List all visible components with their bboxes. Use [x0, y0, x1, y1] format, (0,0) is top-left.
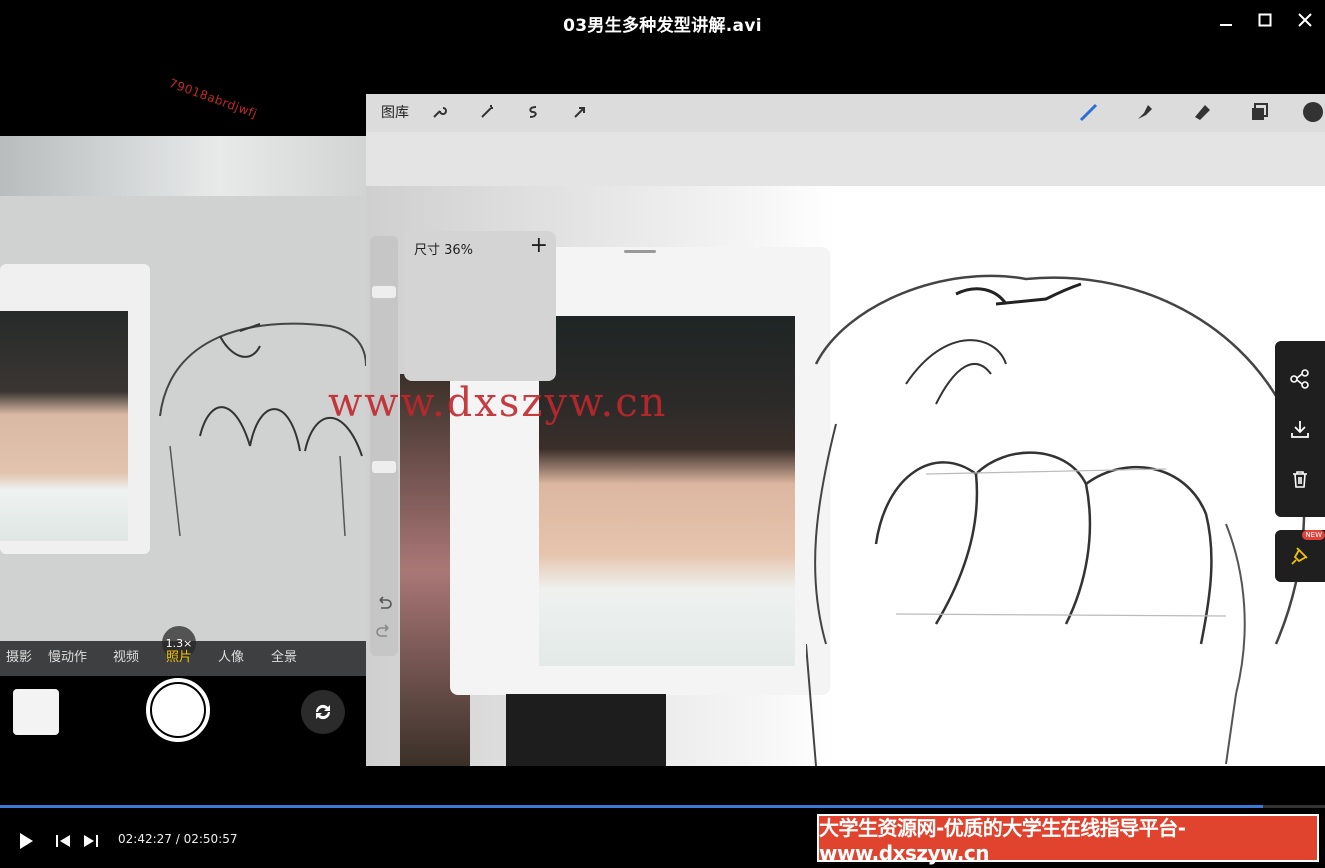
previous-icon — [56, 835, 70, 847]
progress-bar[interactable] — [0, 805, 1325, 808]
brush-icon[interactable] — [1078, 101, 1100, 123]
download-icon[interactable] — [1288, 417, 1312, 441]
redo-icon[interactable] — [376, 624, 392, 638]
size-label: 尺寸 36% — [414, 243, 474, 258]
bottom-photo-strip — [506, 694, 666, 766]
pin-panel: NEW — [1275, 530, 1325, 582]
phone-camera-view: 1.3× — [0, 136, 366, 676]
progress-fill — [0, 805, 1263, 808]
maximize-icon — [1258, 13, 1272, 27]
close-icon — [1298, 13, 1312, 27]
smudge-icon[interactable] — [1134, 101, 1156, 123]
brush-size-slider[interactable] — [370, 236, 398, 656]
magic-wand-icon[interactable] — [476, 101, 498, 123]
mode-tab[interactable]: 视频 — [113, 646, 139, 665]
mode-tab[interactable]: 全景 — [271, 646, 297, 665]
flip-camera-button[interactable] — [301, 690, 345, 734]
size-slider-knob[interactable] — [372, 286, 396, 298]
undo-icon[interactable] — [376, 596, 392, 610]
last-photo-thumbnail[interactable] — [13, 689, 59, 735]
minimize-button[interactable] — [1212, 8, 1240, 32]
new-badge: NEW — [1302, 530, 1325, 540]
close-button[interactable] — [1291, 8, 1319, 32]
total-time: 02:50:57 — [183, 832, 238, 846]
tablet-screen: 图库 尺寸 36% + — [366, 94, 1325, 766]
opacity-slider-knob[interactable] — [372, 461, 396, 473]
shutter-button[interactable] — [146, 678, 210, 742]
eraser-icon[interactable] — [1191, 101, 1213, 123]
gallery-button[interactable]: 图库 — [381, 102, 409, 122]
size-plus-button[interactable]: + — [530, 233, 548, 258]
reference-drag-handle[interactable] — [624, 250, 656, 253]
procreate-toolbar: 图库 — [366, 94, 1325, 132]
toolbar-band — [366, 132, 1325, 186]
minimize-icon — [1220, 24, 1232, 26]
layers-icon[interactable] — [1248, 101, 1270, 123]
next-icon — [84, 835, 98, 847]
rotate-camera-icon — [315, 704, 331, 720]
mode-tab[interactable]: 人像 — [218, 646, 244, 665]
shutter-inner — [152, 684, 204, 736]
previous-button[interactable] — [52, 830, 74, 852]
trash-icon[interactable] — [1288, 467, 1312, 491]
next-button[interactable] — [80, 830, 102, 852]
current-time: 02:42:27 — [118, 832, 172, 846]
title-bar: 03男生多种发型讲解.avi — [0, 0, 1325, 44]
mode-tab[interactable]: 慢动作 — [48, 646, 87, 665]
phone-top-glare — [0, 136, 366, 196]
play-button[interactable] — [15, 830, 37, 852]
hair-sketch — [806, 274, 1306, 766]
phone-sketch — [159, 322, 366, 537]
small-watermark: 79018abrdjwfj — [167, 76, 260, 121]
player-controls: 02:42:27 / 02:50:57 大学生资源网-优质的大学生在线指导平台-… — [0, 812, 1325, 868]
selection-icon[interactable] — [522, 101, 544, 123]
maximize-button[interactable] — [1251, 8, 1279, 32]
big-watermark: www.dxszyw.cn — [328, 380, 668, 426]
window-title: 03男生多种发型讲解.avi — [563, 16, 762, 36]
color-picker-icon[interactable] — [1302, 101, 1324, 123]
brush-size-popup: 尺寸 36% + — [404, 231, 556, 381]
transform-arrow-icon[interactable] — [569, 101, 591, 123]
play-icon — [20, 833, 33, 849]
reference-photo — [539, 316, 795, 666]
phone-reference-photo — [0, 311, 128, 541]
share-icon[interactable] — [1288, 367, 1312, 391]
mode-tab-active[interactable]: 照片 — [166, 646, 192, 665]
side-action-panel — [1275, 341, 1325, 517]
pin-icon[interactable] — [1288, 544, 1312, 568]
video-frame[interactable]: 79018abrdjwfj 1.3× 摄影 慢动作 视频 照片 人像 全景 图库 — [0, 44, 1325, 804]
promo-banner[interactable]: 大学生资源网-优质的大学生在线指导平台-www.dxszyw.cn — [817, 814, 1319, 865]
camera-mode-bar: 摄影 慢动作 视频 照片 人像 全景 — [0, 646, 366, 666]
wrench-icon[interactable] — [428, 101, 450, 123]
time-display: 02:42:27 / 02:50:57 — [118, 832, 238, 846]
mode-tab[interactable]: 摄影 — [6, 646, 32, 665]
